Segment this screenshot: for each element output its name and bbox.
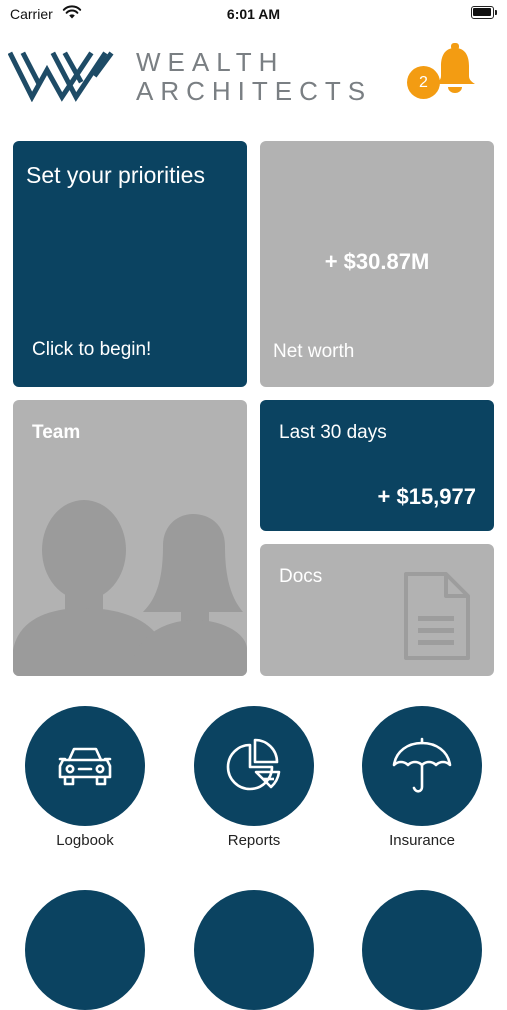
clock: 6:01 AM <box>226 6 281 22</box>
status-bar: Carrier 6:01 AM <box>0 0 507 28</box>
tile-docs-title: Docs <box>279 566 323 587</box>
next-row-button-1[interactable] <box>25 890 145 1010</box>
tile-priorities-cta: Click to begin! <box>32 339 152 360</box>
reports-button[interactable]: Reports <box>193 706 315 849</box>
net-worth-value: + $30.87M <box>324 249 430 274</box>
net-worth-label: Net worth <box>273 341 355 362</box>
brand-logo-icon <box>8 51 114 102</box>
insurance-button[interactable]: Insurance <box>361 706 483 849</box>
tile-docs[interactable]: Docs <box>260 544 494 676</box>
logbook-label: Logbook <box>56 832 114 849</box>
last-30-days-title: Last 30 days <box>279 422 387 443</box>
logbook-button[interactable]: Logbook <box>24 706 146 849</box>
tile-team[interactable]: Team <box>13 400 247 676</box>
car-icon <box>58 747 112 786</box>
tile-set-priorities[interactable]: Set your priorities Click to begin! <box>13 141 247 387</box>
team-silhouette-icon <box>13 500 247 676</box>
brand-name: WEALTH ARCHITECTS <box>136 48 372 106</box>
umbrella-icon <box>392 737 452 793</box>
pie-chart-icon <box>226 738 281 791</box>
insurance-label: Insurance <box>389 832 455 849</box>
insurance-circle[interactable] <box>362 706 482 826</box>
last-30-days-value: + $15,977 <box>377 484 476 509</box>
reports-label: Reports <box>227 832 281 849</box>
logbook-circle[interactable] <box>25 706 145 826</box>
notification-badge[interactable]: 2 <box>407 66 440 99</box>
next-row-button-2[interactable] <box>194 890 314 1010</box>
reports-circle[interactable] <box>194 706 314 826</box>
tile-team-title: Team <box>32 422 81 443</box>
brand-name-line2: ARCHITECTS <box>136 76 373 106</box>
tile-last-30-days[interactable]: Last 30 days + $15,977 <box>260 400 494 531</box>
next-row-button-3[interactable] <box>362 890 482 1010</box>
tile-net-worth[interactable]: + $30.87M Net worth <box>260 141 494 387</box>
document-icon <box>404 572 470 660</box>
brand-name-line1: WEALTH <box>136 47 285 77</box>
battery-icon <box>471 6 497 19</box>
tile-priorities-title: Set your priorities <box>26 162 205 188</box>
